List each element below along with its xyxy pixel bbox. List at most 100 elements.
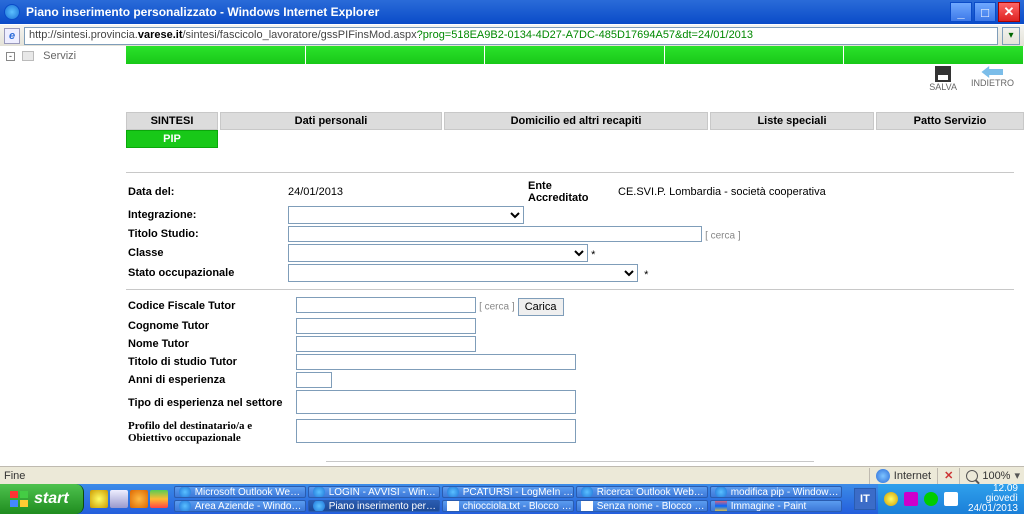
paint-icon [715,500,727,512]
task-button[interactable]: Microsoft Outlook We… [174,486,306,498]
zoom-value[interactable]: 100% [982,470,1010,482]
tab-dati-personali[interactable]: Dati personali [220,112,442,130]
form-header-table: Data del: 24/01/2013 Ente Accreditato CE… [126,179,828,283]
divider [126,172,1014,173]
tray-icon[interactable] [904,492,918,506]
label-cognome-tutor: Cognome Tutor [126,317,294,335]
sidebar-label: Servizi [43,50,76,62]
status-bar: Fine Internet ✕ 100% ▾ [0,466,1024,484]
carica-button[interactable]: Carica [518,298,564,316]
tab-liste-speciali[interactable]: Liste speciali [710,112,874,130]
input-nome-tutor[interactable] [296,336,476,352]
textarea-tipo-esp[interactable] [296,390,576,414]
start-button[interactable]: start [0,484,84,514]
task-button[interactable]: Piano inserimento per… [308,500,440,512]
ql-show-desktop-icon[interactable] [110,490,128,508]
task-buttons: Microsoft Outlook We… LOGIN - AVVISI - W… [174,484,850,514]
input-anni-esp[interactable] [296,372,332,388]
zoom-icon[interactable] [966,470,978,482]
task-label: Piano inserimento per… [329,501,436,512]
divider [326,461,814,462]
system-tray: 12.09 giovedì 24/01/2013 [878,484,1024,514]
url-field[interactable]: http://sintesi.provincia.varese.it/sinte… [24,27,998,45]
task-button[interactable]: Ricerca: Outlook Web… [576,486,708,498]
ie-icon [313,486,325,498]
tutor-table: Codice Fiscale Tutor [ cerca ] Carica Co… [126,296,578,447]
input-cognome-tutor[interactable] [296,318,476,334]
label-data-del: Data del: [126,179,286,205]
task-label: LOGIN - AVVISI - Win… [329,487,436,498]
zoom-dropdown[interactable]: ▾ [1014,469,1020,482]
task-button[interactable]: Area Aziende - Windo… [174,500,306,512]
save-button[interactable]: SALVA [929,66,957,92]
content-area: - Servizi SALVA INDIETRO SINTESI Dati [0,46,1024,466]
label-integrazione: Integrazione: [126,205,286,225]
task-button[interactable]: Immagine - Paint [710,500,842,512]
back-arrow-icon [981,66,1003,78]
tray-icon[interactable] [884,492,898,506]
back-button[interactable]: INDIETRO [971,66,1014,92]
task-label: Microsoft Outlook We… [195,487,300,498]
tab-domicilio[interactable]: Domicilio ed altri recapiti [444,112,708,130]
select-classe[interactable] [288,244,588,262]
ql-shortcut-icon[interactable] [90,490,108,508]
label-stato-occ: Stato occupazionale [126,263,286,283]
task-button[interactable]: Senza nome - Blocco … [576,500,708,512]
textarea-profilo[interactable] [296,419,576,443]
ql-chrome-icon[interactable] [150,490,168,508]
ie-icon [715,486,727,498]
url-path: /sintesi/fascicolo_lavoratore/gssPIFinsM… [183,29,417,41]
select-stato-occ[interactable] [288,264,638,282]
ie-icon [179,486,191,498]
label-nome-tutor: Nome Tutor [126,335,294,353]
task-button[interactable]: chiocciola.txt - Blocco … [442,500,574,512]
tray-icon[interactable] [944,492,958,506]
clock[interactable]: 12.09 giovedì 24/01/2013 [968,484,1018,514]
green-tab[interactable] [126,46,306,64]
save-label: SALVA [929,82,957,92]
protected-mode-icon[interactable]: ✕ [944,469,953,482]
task-button[interactable]: PCATURSI - LogMeIn … [442,486,574,498]
link-cerca-titolo[interactable]: [ cerca ] [705,231,741,242]
label-tipo-esp: Tipo di esperienza nel settore [126,389,294,418]
link-cerca-cf[interactable]: [ cerca ] [479,302,515,313]
green-tab[interactable] [306,46,486,64]
input-cf-tutor[interactable] [296,297,476,313]
green-tab[interactable] [665,46,845,64]
tray-icon[interactable] [924,492,938,506]
quick-launch [90,490,168,508]
close-button[interactable]: ✕ [998,2,1020,22]
tab-pip[interactable]: PIP [126,130,218,148]
select-integrazione[interactable] [288,206,524,224]
sub-tabs: PIP [126,130,1024,148]
collapse-icon[interactable]: - [6,52,15,61]
page-icon: e [4,28,20,44]
green-tab[interactable] [844,46,1024,64]
language-indicator[interactable]: IT [854,488,876,510]
folder-icon [22,51,34,61]
label-titolo-studio: Titolo Studio: [126,225,286,243]
tab-sintesi[interactable]: SINTESI [126,112,218,130]
green-section-tabs [126,46,1024,64]
minimize-button[interactable]: _ [950,2,972,22]
green-tab[interactable] [485,46,665,64]
input-titolo-studio-tutor[interactable] [296,354,576,370]
windows-logo-icon [10,491,28,507]
value-ente: CE.SVI.P. Lombardia - società cooperativ… [616,179,828,205]
pip-form: Data del: 24/01/2013 Ente Accreditato CE… [126,166,1014,498]
ql-firefox-icon[interactable] [130,490,148,508]
task-label: Ricerca: Outlook Web… [597,487,704,498]
label-anni-esp: Anni di esperienza [126,371,294,389]
task-button[interactable]: modifica pip - Window… [710,486,842,498]
input-titolo-studio[interactable] [288,226,702,242]
ie-icon [4,4,20,20]
task-label: Area Aziende - Windo… [195,501,302,512]
maximize-button[interactable]: □ [974,2,996,22]
sidebar-item-servizi[interactable]: - Servizi [6,50,120,62]
window-title: Piano inserimento personalizzato - Windo… [26,5,948,19]
go-button[interactable]: ▾ [1002,27,1020,45]
value-data-del: 24/01/2013 [286,179,526,205]
toolbar-right: SALVA INDIETRO [929,66,1014,92]
task-button[interactable]: LOGIN - AVVISI - Win… [308,486,440,498]
tab-patto-servizio[interactable]: Patto Servizio [876,112,1024,130]
